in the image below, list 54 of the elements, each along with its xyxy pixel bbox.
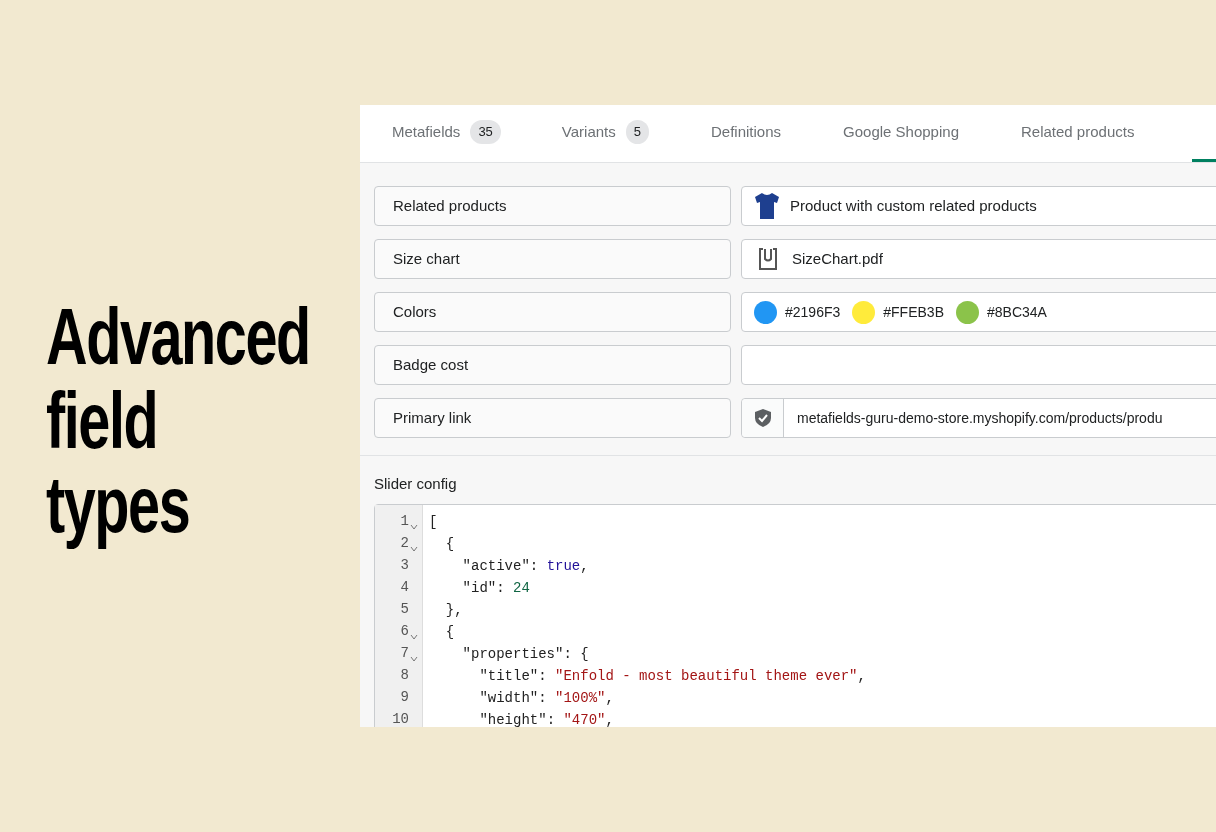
file-field[interactable]: SizeChart.pdf (741, 239, 1216, 279)
url-field[interactable]: metafields-guru-demo-store.myshopify.com/products/produ (741, 398, 1216, 438)
code-line: "id": 24 (461, 578, 530, 598)
line-number: 2 (400, 534, 409, 553)
code-line: "properties": { (461, 644, 589, 664)
line-number: 4 (400, 578, 409, 597)
tab[interactable]: Definitions (680, 105, 813, 162)
t-shirt-icon (754, 192, 780, 220)
code-line: [ (429, 512, 438, 532)
field-label: Primary link (374, 398, 731, 438)
paperclip-document-icon (758, 247, 778, 271)
fold-caret-icon[interactable] (410, 633, 418, 640)
field-label: Size chart (374, 239, 731, 279)
code-line: "width": "100%", (478, 688, 614, 708)
code-line: "height": "470", (478, 710, 614, 727)
headline-line: types (46, 465, 190, 549)
line-number: 9 (400, 688, 409, 707)
url-text: metafields-guru-demo-store.myshopify.com/products/produ (796, 408, 1163, 428)
fold-caret-icon[interactable] (410, 655, 418, 662)
fold-caret-icon[interactable] (410, 545, 418, 552)
line-number: 8 (400, 666, 409, 685)
headline-line: field (46, 381, 158, 465)
product-name: Product with custom related products (790, 195, 1037, 216)
field-label: Colors (374, 292, 731, 332)
product-field[interactable]: Product with custom related products (741, 186, 1216, 226)
tab[interactable]: Google Shopping (812, 105, 990, 162)
file-name: SizeChart.pdf (792, 248, 883, 269)
line-number: 6 (400, 622, 409, 641)
count-badge: 5 (625, 120, 649, 144)
code-line: "active": true, (461, 556, 589, 576)
line-number: 7 (400, 644, 409, 663)
field-label: Slider config (374, 474, 457, 494)
shield-check-icon (753, 408, 772, 428)
line-number: 10 (392, 710, 409, 727)
tab[interactable]: Related products (990, 105, 1166, 162)
code-editor[interactable]: 1 2 3 4 5 6 7 8 9 10 [ { "active": true, "id": 24 }, { "properties": { "title": "Enfold - most beautiful theme ever", "width": "100%", "height": "470", (374, 503, 1216, 727)
code-line: "title": "Enfold - most beautiful theme ever", (478, 666, 866, 686)
fold-caret-icon[interactable] (410, 523, 418, 530)
line-number: 3 (400, 556, 409, 575)
code-line: { (444, 622, 455, 642)
field-label: Badge cost (374, 345, 731, 385)
color-hex: #2196F3 (785, 302, 841, 322)
field-label: Related products (374, 186, 731, 226)
tab[interactable]: Variants 5 (530, 105, 680, 162)
line-number: 5 (400, 600, 409, 619)
headline-line: Advanced (46, 297, 310, 381)
tab[interactable]: Metafields 35 (360, 105, 531, 162)
code-line: }, (444, 600, 463, 620)
code-line: { (444, 534, 455, 554)
line-number: 1 (400, 512, 409, 531)
colors-field[interactable]: #2196F3 #FFEB3B #8BC34A (741, 292, 1216, 332)
color-hex: #8BC34A (987, 302, 1047, 322)
color-hex: #FFEB3B (883, 302, 944, 322)
count-badge: 35 (470, 120, 501, 144)
